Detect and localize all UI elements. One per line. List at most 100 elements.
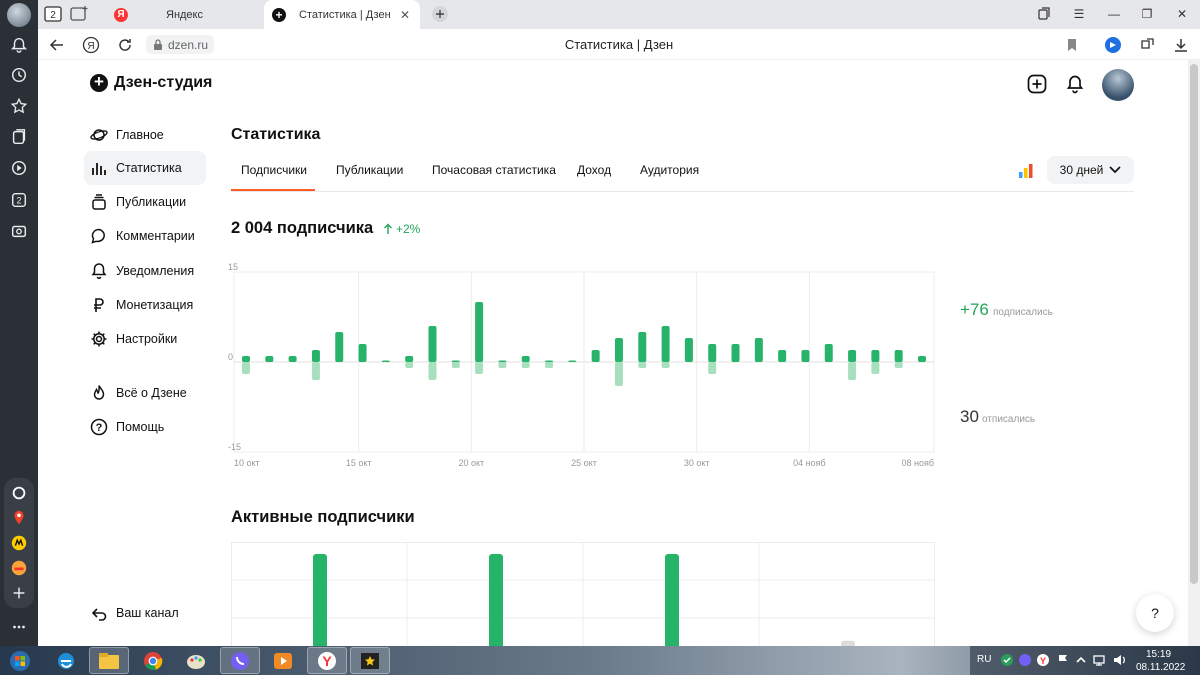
keyboard-language[interactable]: RU xyxy=(977,654,991,665)
nav-label: Комментарии xyxy=(116,229,195,243)
tab-label: Статистика | Дзен xyxy=(299,8,391,21)
browser-sidebar: 2 xyxy=(0,0,38,646)
statistics-tabs: Подписчики Публикации Почасовая статисти… xyxy=(231,156,1134,192)
svg-text:Y: Y xyxy=(1040,656,1046,666)
volume-icon[interactable] xyxy=(1112,653,1126,667)
negative-bar xyxy=(661,362,670,368)
show-hidden-icons-icon[interactable] xyxy=(1074,653,1088,667)
help-button[interactable]: ? xyxy=(1136,594,1174,632)
nav-item-comments[interactable]: Комментарии xyxy=(84,219,206,253)
extension-icon[interactable] xyxy=(1104,36,1122,54)
browser-profile-avatar[interactable] xyxy=(7,3,31,27)
food-app-icon[interactable] xyxy=(8,557,30,579)
active-subscribers-bar xyxy=(665,554,679,646)
active-subscribers-chart xyxy=(231,542,935,646)
tab-subscribers[interactable]: Подписчики xyxy=(241,163,307,177)
close-window-icon[interactable]: ✕ xyxy=(1174,6,1190,22)
nav-item-statistics[interactable]: Статистика xyxy=(84,151,206,185)
start-button[interactable] xyxy=(2,647,38,674)
notifications-icon[interactable] xyxy=(8,34,30,56)
nav-item-main[interactable]: Главное xyxy=(84,118,206,152)
bell-icon xyxy=(90,262,108,280)
movie-maker-icon[interactable] xyxy=(350,647,390,674)
restore-icon[interactable]: ❐ xyxy=(1139,6,1155,22)
shield-check-icon[interactable] xyxy=(1000,653,1014,667)
nav-item-monetization[interactable]: Монетизация xyxy=(84,288,206,322)
tab-hourly-stats[interactable]: Почасовая статистика xyxy=(432,163,556,177)
close-tab-icon[interactable]: ✕ xyxy=(400,8,410,22)
svg-text:2: 2 xyxy=(16,196,21,206)
subscribed-label: подписались xyxy=(993,307,1053,318)
clock-time[interactable]: 15:19 xyxy=(1146,649,1171,660)
nav-item-publications[interactable]: Публикации xyxy=(84,185,206,219)
tab-manager-icon[interactable]: 2 xyxy=(42,4,64,24)
negative-bar xyxy=(638,362,647,368)
viber-tray-icon[interactable] xyxy=(1018,653,1032,667)
positive-bar xyxy=(894,350,903,362)
period-dropdown[interactable]: 30 дней xyxy=(1047,156,1134,184)
user-avatar[interactable] xyxy=(1102,69,1134,101)
x-tick-label: 04 нояб xyxy=(793,458,826,468)
tab-income[interactable]: Доход xyxy=(577,163,611,177)
internet-explorer-icon[interactable] xyxy=(46,647,86,674)
page-scrollbar[interactable] xyxy=(1188,60,1200,646)
tabs-layout-icon[interactable] xyxy=(1036,6,1052,22)
dzen-studio-logo[interactable]: Дзен-студия xyxy=(90,72,212,92)
y-tick-label: -15 xyxy=(228,442,241,452)
collections-icon[interactable] xyxy=(8,126,30,148)
maps-pin-icon[interactable] xyxy=(8,507,30,529)
positive-bar xyxy=(242,356,250,362)
nav-item-help[interactable]: ? Помощь xyxy=(84,410,206,444)
positive-bar xyxy=(754,338,763,362)
positive-bar xyxy=(918,356,926,362)
add-app-icon[interactable] xyxy=(8,582,30,604)
paint-icon[interactable] xyxy=(176,647,216,674)
nav-label: Помощь xyxy=(116,420,165,434)
tab-publications[interactable]: Публикации xyxy=(336,163,403,177)
minimize-icon[interactable]: — xyxy=(1106,6,1122,22)
viber-icon[interactable] xyxy=(220,647,260,674)
new-tab-group-icon[interactable] xyxy=(68,4,90,24)
nav-item-notifications[interactable]: Уведомления xyxy=(84,254,206,288)
your-channel-link[interactable]: Ваш канал xyxy=(90,604,179,622)
nav-label: Публикации xyxy=(116,195,187,209)
media-player-icon[interactable] xyxy=(263,647,303,674)
dzen-favicon-icon: + xyxy=(272,7,286,22)
clock-date[interactable]: 08.11.2022 xyxy=(1136,662,1185,673)
more-icon[interactable] xyxy=(8,616,30,638)
chrome-icon[interactable] xyxy=(133,647,173,674)
nav-item-about-dzen[interactable]: Всё о Дзене xyxy=(84,376,206,410)
file-explorer-icon[interactable] xyxy=(89,647,129,674)
yandex-tray-icon[interactable]: Y xyxy=(1036,653,1050,667)
notifications-button[interactable] xyxy=(1064,73,1086,95)
unsubscribed-value: 30 xyxy=(960,407,979,426)
menu-icon[interactable]: ☰ xyxy=(1071,6,1087,22)
new-tab-button[interactable] xyxy=(430,4,450,24)
yandex-browser-icon[interactable]: Y xyxy=(307,647,347,674)
screenshot-icon[interactable] xyxy=(8,220,30,242)
scrollbar-thumb[interactable] xyxy=(1190,64,1198,584)
flag-icon[interactable] xyxy=(1056,653,1070,667)
positive-bar xyxy=(405,356,414,362)
x-tick-label: 15 окт xyxy=(346,458,372,468)
positive-bar xyxy=(638,332,647,362)
nav-item-settings[interactable]: Настройки xyxy=(84,322,206,356)
video-play-icon[interactable] xyxy=(8,157,30,179)
tab-audience[interactable]: Аудитория xyxy=(640,163,699,177)
alice-assistant-icon[interactable] xyxy=(8,482,30,504)
tab-dzen-statistics[interactable]: + Статистика | Дзен ✕ xyxy=(264,0,420,29)
market-app-icon[interactable] xyxy=(8,532,30,554)
chart-type-icon[interactable] xyxy=(1018,164,1034,183)
bookmarks-star-icon[interactable] xyxy=(8,95,30,117)
history-icon[interactable] xyxy=(8,64,30,86)
create-post-button[interactable] xyxy=(1026,73,1048,95)
downloads-manager-icon[interactable] xyxy=(1138,36,1156,54)
tab-yandex[interactable]: Я Яндекс xyxy=(100,0,260,29)
x-tick-label: 25 окт xyxy=(571,458,597,468)
tabs-count-icon[interactable]: 2 xyxy=(8,189,30,211)
negative-bar xyxy=(405,362,414,368)
network-icon[interactable] xyxy=(1092,653,1106,667)
bookmark-icon[interactable] xyxy=(1063,36,1081,54)
download-arrow-icon[interactable] xyxy=(1172,36,1190,54)
help-label: ? xyxy=(1151,605,1159,621)
